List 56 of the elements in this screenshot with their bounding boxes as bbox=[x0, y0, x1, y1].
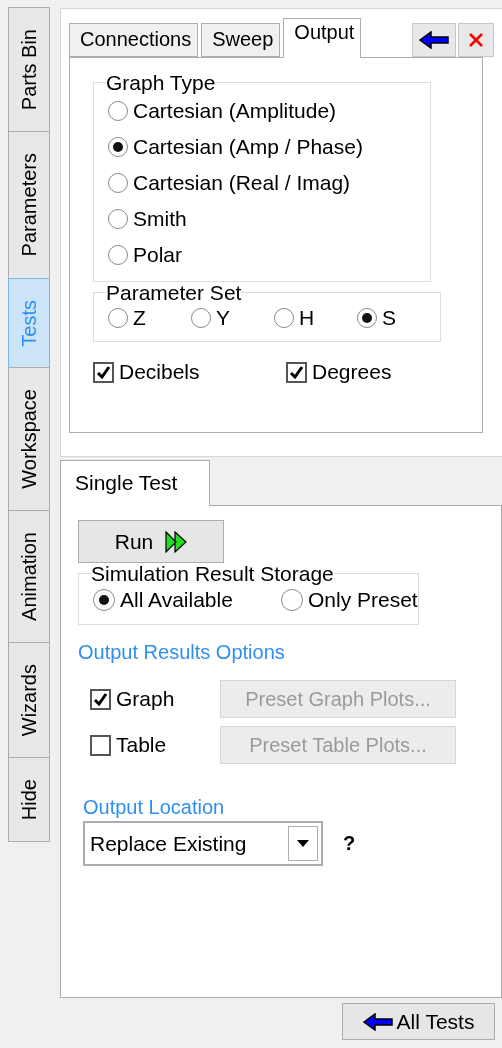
tab[interactable]: Connections bbox=[69, 23, 199, 57]
tab[interactable]: Single Test bbox=[60, 460, 210, 506]
radio-button[interactable] bbox=[281, 589, 303, 611]
radio-button[interactable] bbox=[357, 308, 377, 328]
radio-button[interactable] bbox=[191, 308, 211, 328]
checkbox[interactable] bbox=[90, 688, 111, 710]
dropdown-button[interactable] bbox=[288, 826, 318, 861]
checkbox[interactable] bbox=[90, 734, 111, 756]
radio-label: S bbox=[382, 306, 396, 330]
tab[interactable]: Output bbox=[283, 18, 362, 58]
side-tab[interactable]: Parts Bin bbox=[8, 7, 50, 133]
radio-button[interactable] bbox=[108, 101, 128, 121]
group-title: Simulation Result Storage bbox=[91, 563, 334, 584]
radio-button[interactable] bbox=[108, 137, 128, 157]
back-button[interactable] bbox=[412, 23, 456, 57]
radio-label: Polar bbox=[133, 243, 183, 267]
radio-button[interactable] bbox=[93, 589, 115, 611]
radio-label: Y bbox=[216, 306, 230, 330]
checkbox[interactable] bbox=[93, 361, 114, 383]
checkbox-label: Table bbox=[116, 733, 167, 757]
radio-label: H bbox=[299, 306, 315, 330]
section-title: Output Results Options bbox=[78, 641, 285, 663]
radio-button[interactable] bbox=[108, 209, 128, 229]
side-tab[interactable]: Workspace bbox=[8, 367, 50, 511]
checkbox-label: Graph bbox=[116, 687, 175, 711]
close-icon bbox=[468, 32, 484, 48]
side-tab[interactable]: Wizards bbox=[8, 641, 50, 759]
side-tab[interactable]: Parameters bbox=[8, 131, 50, 279]
radio-button[interactable] bbox=[108, 173, 128, 193]
side-tab[interactable]: Animation bbox=[8, 509, 50, 643]
group-title: Parameter Set bbox=[106, 282, 242, 303]
radio-button[interactable] bbox=[108, 245, 128, 265]
run-button[interactable]: Run bbox=[78, 520, 224, 563]
arrow-icon bbox=[362, 1012, 393, 1031]
radio-button[interactable] bbox=[108, 308, 128, 328]
tab[interactable]: Sweep bbox=[201, 23, 281, 57]
radio-label: Cartesian (Real / Imag) bbox=[133, 171, 351, 195]
radio-label: Smith bbox=[133, 207, 187, 231]
dropdown[interactable]: Replace Existing bbox=[83, 821, 323, 866]
play-icon bbox=[165, 530, 188, 553]
section-title: Output Location bbox=[82, 796, 226, 819]
arrow-icon bbox=[419, 31, 449, 49]
radio-label: All Available bbox=[120, 588, 233, 612]
group-title: Graph Type bbox=[106, 72, 216, 93]
caret-icon bbox=[297, 840, 309, 847]
radio-label: Cartesian (Amplitude) bbox=[133, 99, 337, 123]
side-tab[interactable]: Hide bbox=[8, 757, 50, 843]
checkbox[interactable] bbox=[286, 361, 307, 383]
all-tests-button[interactable]: All Tests bbox=[342, 1003, 495, 1040]
radio-button[interactable] bbox=[274, 308, 294, 328]
checkbox-label: Decibels bbox=[119, 360, 200, 384]
radio-label: Only Preset bbox=[308, 588, 418, 612]
help-mark[interactable]: ? bbox=[343, 832, 356, 855]
checkbox-label: Degrees bbox=[312, 360, 392, 384]
radio-label: Cartesian (Amp / Phase) bbox=[133, 135, 363, 159]
radio-label: Z bbox=[133, 306, 146, 330]
